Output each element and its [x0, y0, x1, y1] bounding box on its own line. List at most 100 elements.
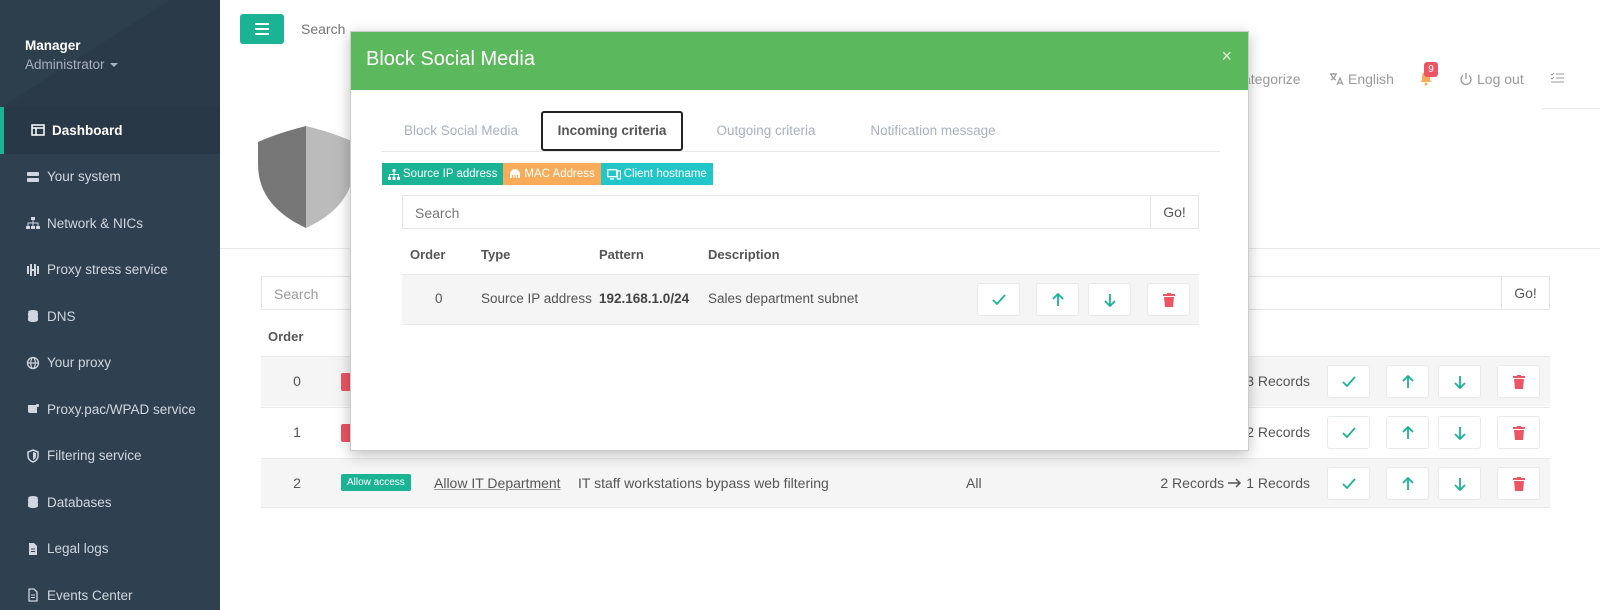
records-count: 2 Records: [1246, 424, 1310, 440]
delete-button[interactable]: [1497, 365, 1540, 398]
sidebar-item-legal-logs[interactable]: Legal logs: [0, 526, 220, 573]
move-up-button[interactable]: [1386, 467, 1429, 500]
sidebar-item-databases[interactable]: Databases: [0, 479, 220, 526]
sidebar-item-network[interactable]: Network & NICs: [0, 200, 220, 247]
sidebar-item-your-system[interactable]: Your system: [0, 154, 220, 201]
list-icon: [28, 588, 38, 602]
chip-label: MAC Address: [524, 168, 595, 180]
language-label: English: [1348, 71, 1394, 87]
language-link[interactable]: English: [1329, 71, 1394, 87]
check-icon: [1341, 426, 1356, 438]
criteria-type: Source IP address: [481, 291, 592, 306]
chip-label: Client hostname: [623, 168, 707, 180]
power-icon: [1460, 73, 1472, 86]
add-source-ip-button[interactable]: Source IP address: [382, 163, 504, 185]
scroll-icon: [28, 404, 39, 414]
tab-outgoing-criteria[interactable]: Outgoing criteria: [695, 111, 837, 151]
arrow-down-icon: [1103, 293, 1116, 307]
file-icon: [29, 542, 37, 555]
arrow-up-icon: [1401, 476, 1414, 490]
criteria-order: 0: [435, 291, 443, 306]
column-header-pattern: Pattern: [599, 247, 644, 262]
modal-title: Block Social Media: [366, 48, 535, 70]
tasks-icon: [1550, 72, 1564, 83]
records-to: 1 Records: [1246, 475, 1310, 491]
rule-description: IT staff workstations bypass web filteri…: [578, 475, 829, 491]
tasks-button[interactable]: [1550, 72, 1565, 85]
trash-icon: [1512, 476, 1525, 491]
move-down-button[interactable]: [1438, 416, 1481, 449]
divider: [1542, 108, 1600, 109]
user-role-dropdown[interactable]: Administrator: [25, 57, 118, 72]
tab-notification-message[interactable]: Notification message: [847, 111, 1019, 151]
arrow-right-icon: [1228, 478, 1242, 488]
enable-button[interactable]: [1327, 467, 1370, 500]
add-client-hostname-button[interactable]: Client hostname: [600, 163, 713, 185]
go-label: Go!: [1514, 285, 1537, 301]
add-mac-address-button[interactable]: MAC Address: [503, 163, 601, 185]
enable-button[interactable]: [977, 283, 1020, 316]
hamburger-icon: [255, 23, 269, 35]
sidebar-item-proxy-pac[interactable]: Proxy.pac/WPAD service: [0, 386, 220, 433]
categorize-label: ategorize: [1243, 71, 1301, 87]
move-up-button[interactable]: [1386, 416, 1429, 449]
move-down-button[interactable]: [1438, 365, 1481, 398]
rules-search-go-button[interactable]: Go!: [1501, 276, 1550, 310]
move-down-button[interactable]: [1438, 467, 1481, 500]
trash-icon: [1162, 292, 1175, 307]
globe-icon: [26, 356, 40, 369]
sidebar-item-label: DNS: [47, 308, 76, 324]
rule-name-link[interactable]: Allow IT Department: [434, 475, 561, 491]
chip-label: Source IP address: [403, 168, 498, 180]
tab-incoming-criteria[interactable]: Incoming criteria: [541, 111, 683, 151]
modal-tabs: Block Social Media Incoming criteria Out…: [381, 111, 1220, 152]
close-icon[interactable]: ×: [1221, 46, 1232, 67]
server-icon: [27, 171, 39, 182]
sidebar-item-label: Events Center: [47, 587, 133, 603]
sidebar-item-label: Proxy stress service: [47, 262, 168, 278]
sitemap-icon: [388, 168, 400, 180]
tab-block-social-media[interactable]: Block Social Media: [381, 111, 541, 151]
check-icon: [1341, 477, 1356, 489]
criteria-search-box: [402, 195, 1151, 230]
sidebar-item-dns[interactable]: DNS: [0, 293, 220, 340]
row-order: 1: [293, 424, 301, 440]
delete-button[interactable]: [1497, 467, 1540, 500]
column-header-order: Order: [410, 247, 446, 262]
delete-button[interactable]: [1497, 416, 1540, 449]
logout-link[interactable]: Log out: [1459, 71, 1524, 87]
enable-button[interactable]: [1327, 416, 1370, 449]
go-label: Go!: [1163, 204, 1186, 220]
arrow-up-icon: [1051, 292, 1064, 306]
logout-label: Log out: [1477, 71, 1524, 87]
sidebar-item-label: Databases: [47, 494, 112, 510]
row-order: 2: [293, 475, 301, 491]
mac-icon: [510, 169, 521, 178]
move-up-button[interactable]: [1036, 283, 1079, 316]
translate-icon: [1330, 73, 1344, 86]
notification-count-badge: 9: [1424, 62, 1438, 77]
rule-modal: Block Social Media × Block Social Media …: [350, 31, 1249, 451]
sidebar-item-your-proxy[interactable]: Your proxy: [0, 340, 220, 387]
criteria-search-go-button[interactable]: Go!: [1150, 195, 1199, 229]
delete-button[interactable]: [1147, 283, 1190, 316]
order-header: Order: [268, 329, 304, 344]
menu-toggle-button[interactable]: [240, 14, 284, 44]
enable-button[interactable]: [1327, 365, 1370, 398]
records-to: 3 Records: [1246, 373, 1310, 389]
status-badge: Allow access: [341, 474, 411, 491]
sidebar-item-label: Your system: [47, 169, 121, 185]
sidebar-item-filtering[interactable]: Filtering service: [0, 433, 220, 480]
sidebar-item-label: Network & NICs: [47, 215, 144, 231]
arrow-up-icon: [1401, 374, 1414, 388]
records-from: 2 Records: [1160, 475, 1225, 491]
dashboard-icon: [31, 124, 45, 136]
categorize-link[interactable]: ategorize: [1243, 71, 1301, 87]
criteria-search-input[interactable]: [403, 196, 1150, 230]
move-down-button[interactable]: [1088, 283, 1131, 316]
sidebar-item-dashboard[interactable]: Dashboard: [0, 107, 220, 154]
arrow-down-icon: [1453, 426, 1466, 440]
sidebar-item-events-center[interactable]: Events Center: [0, 572, 220, 610]
move-up-button[interactable]: [1386, 365, 1429, 398]
sidebar-item-proxy-stress[interactable]: Proxy stress service: [0, 247, 220, 294]
